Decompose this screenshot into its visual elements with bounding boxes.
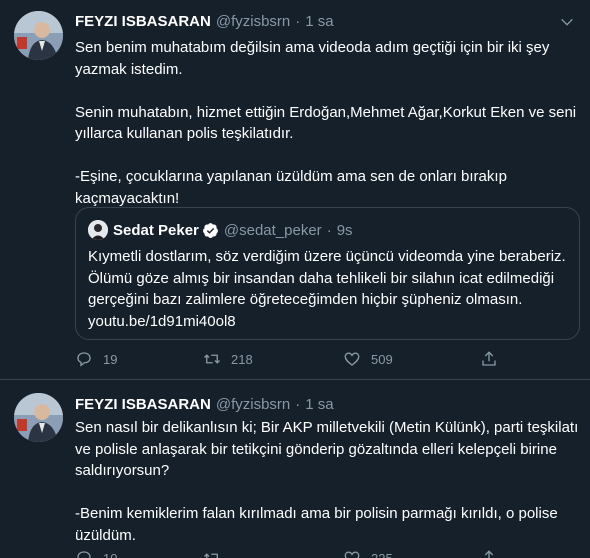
reply-count: 19 <box>103 351 118 367</box>
timestamp[interactable]: 1 sa <box>305 396 333 413</box>
tweet-header: FEYZI ISBASARAN @fyzisbsrn · 1 sa <box>75 394 334 414</box>
quote-avatar <box>88 220 108 240</box>
tweet-actions: 10 225 <box>75 548 505 558</box>
like-icon <box>344 551 360 558</box>
quote-author-name: Sedat Peker <box>113 221 199 239</box>
tweet-paragraph: Sen benim muhatabım değilsin ama videoda… <box>75 39 550 78</box>
tweet-paragraph: Sen nasıl bir delikanlısın ki; Bir AKP m… <box>75 419 579 479</box>
verified-badge-icon <box>202 222 218 238</box>
like-count: 509 <box>371 351 393 367</box>
quoted-tweet[interactable]: Sedat Peker @sedat_peker · 9s Kıymetli d… <box>75 207 580 340</box>
reply-button[interactable]: 19 <box>75 349 117 369</box>
like-button[interactable]: 225 <box>343 548 393 558</box>
author-handle[interactable]: @fyzisbsrn <box>216 13 290 30</box>
share-icon <box>482 351 496 366</box>
tweet-paragraph: -Eşine, çocuklarına yapılanan üzüldüm am… <box>75 168 507 207</box>
avatar[interactable] <box>14 11 63 60</box>
timestamp[interactable]: 1 sa <box>305 13 333 30</box>
quote-timestamp: 9s <box>336 221 353 239</box>
author-name[interactable]: FEYZI ISBASARAN <box>75 13 211 30</box>
quote-author-handle: @sedat_peker <box>223 221 322 239</box>
share-button[interactable] <box>480 349 508 369</box>
tweet-header: FEYZI ISBASARAN @fyzisbsrn · 1 sa <box>75 11 334 31</box>
reply-icon <box>77 551 91 558</box>
reply-button[interactable]: 10 <box>75 548 117 558</box>
separator: · <box>326 221 332 239</box>
tweet[interactable]: FEYZI ISBASARAN @fyzisbsrn · 1 sa Sen be… <box>0 0 590 380</box>
like-icon <box>344 352 360 366</box>
chevron-down-icon[interactable] <box>556 11 578 33</box>
separator: · <box>295 395 301 413</box>
quote-header: Sedat Peker @sedat_peker · 9s <box>88 220 353 240</box>
retweet-icon <box>204 553 218 558</box>
reply-count: 10 <box>103 550 118 558</box>
tweet-text: Sen benim muhatabım değilsin ama videoda… <box>75 37 580 209</box>
retweet-button[interactable]: 218 <box>203 349 253 369</box>
like-count: 225 <box>371 550 393 558</box>
retweet-icon <box>204 354 220 364</box>
retweet-button[interactable] <box>203 548 231 558</box>
tweet-paragraph: -Benim kemiklerim falan kırılmadı ama bi… <box>75 505 558 544</box>
quote-text: Kıymetli dostlarım, söz verdiğim üzere ü… <box>88 248 566 330</box>
tweet-text: Sen nasıl bir delikanlısın ki; Bir AKP m… <box>75 417 580 546</box>
tweet-actions: 19 218 509 <box>75 349 505 369</box>
tweet[interactable]: FEYZI ISBASARAN @fyzisbsrn · 1 sa Sen na… <box>0 381 590 558</box>
share-icon <box>484 550 494 558</box>
author-handle[interactable]: @fyzisbsrn <box>216 396 290 413</box>
share-button[interactable] <box>480 548 508 558</box>
author-name[interactable]: FEYZI ISBASARAN <box>75 396 211 413</box>
retweet-count: 218 <box>231 351 253 367</box>
like-button[interactable]: 509 <box>343 349 393 369</box>
reply-icon <box>77 352 91 367</box>
separator: · <box>295 12 301 30</box>
tweet-paragraph: Senin muhatabın, hizmet ettiğin Erdoğan,… <box>75 103 577 143</box>
avatar[interactable] <box>14 393 63 442</box>
